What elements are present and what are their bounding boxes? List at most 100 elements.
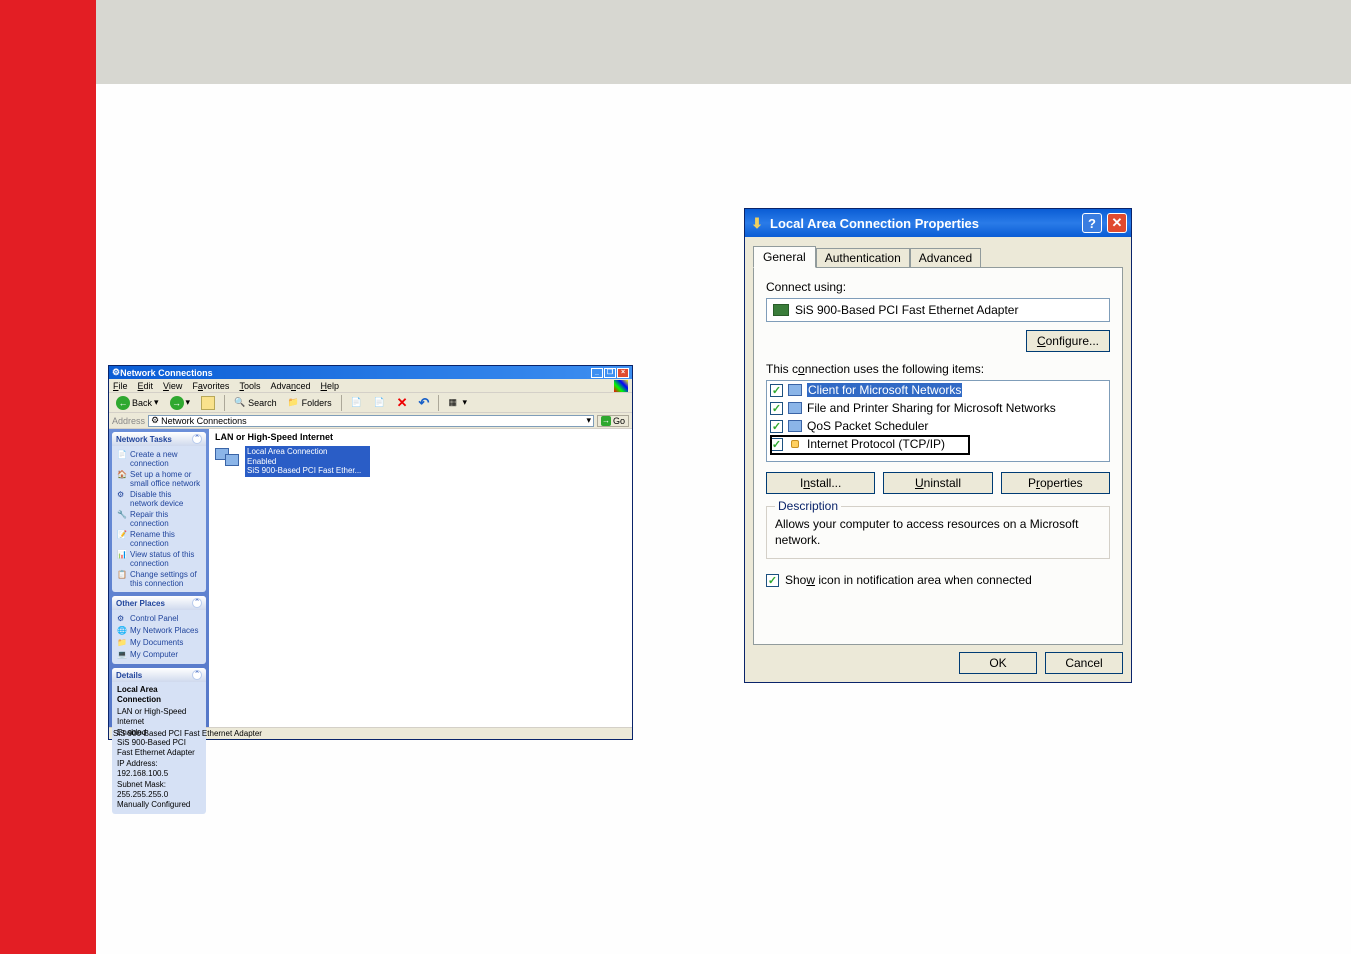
tab-authentication[interactable]: Authentication — [816, 248, 910, 268]
task-create-connection[interactable]: 📄Create a new connection — [117, 449, 201, 469]
dlg-titlebar[interactable]: ⬇ Local Area Connection Properties ? ✕ — [745, 209, 1131, 237]
checkbox[interactable]: ✓ — [770, 420, 783, 433]
other-places-panel: Other Places⌃ ⚙Control Panel 🌐My Network… — [112, 596, 206, 664]
copyto-button[interactable]: 📄 — [370, 395, 390, 411]
tab-general[interactable]: General — [753, 246, 816, 268]
menu-favorites[interactable]: Favorites — [192, 381, 229, 391]
items-list[interactable]: ✓ Client for Microsoft Networks ✓ File a… — [766, 380, 1110, 462]
moveto-icon: 📄 — [351, 397, 363, 409]
maximize-button[interactable]: ❐ — [604, 368, 616, 378]
undo-icon: ↶ — [419, 395, 430, 411]
task-status[interactable]: 📊View status of this connection — [117, 549, 201, 569]
items-label: This connection uses the following items… — [766, 362, 1110, 376]
address-dropdown-icon[interactable]: ▾ — [586, 415, 591, 426]
item-file-printer-sharing[interactable]: ✓ File and Printer Sharing for Microsoft… — [767, 399, 1109, 417]
show-icon-checkbox-row[interactable]: ✓ Show icon in notification area when co… — [766, 573, 1110, 587]
tab-advanced[interactable]: Advanced — [910, 248, 981, 268]
dlg-general-page: Connect using: SiS 900-Based PCI Fast Et… — [753, 267, 1123, 645]
nc-app-icon: ⚙ — [112, 367, 120, 378]
menu-edit[interactable]: Edit — [138, 381, 154, 391]
item-qos[interactable]: ✓ QoS Packet Scheduler — [767, 417, 1109, 435]
documents-icon: 📁 — [117, 638, 127, 648]
collapse-icon: ⌃ — [192, 670, 202, 680]
search-button[interactable]: 🔍Search — [230, 395, 281, 411]
description-group: Description Allows your computer to acce… — [766, 506, 1110, 559]
other-places-header[interactable]: Other Places⌃ — [112, 596, 206, 610]
menu-view[interactable]: View — [163, 381, 182, 391]
nc-content-area: LAN or High-Speed Internet Local Area Co… — [209, 429, 632, 727]
undo-button[interactable]: ↶ — [415, 393, 434, 413]
help-button[interactable]: ? — [1082, 213, 1102, 233]
service-icon — [787, 419, 803, 433]
link-control-panel[interactable]: ⚙Control Panel — [117, 613, 201, 625]
dlg-footer: OK Cancel — [959, 652, 1123, 674]
cancel-button[interactable]: Cancel — [1045, 652, 1123, 674]
connect-using-label: Connect using: — [766, 280, 1110, 294]
menu-advanced[interactable]: Advanced — [270, 381, 310, 391]
checkbox[interactable]: ✓ — [770, 438, 783, 451]
minimize-button[interactable]: _ — [591, 368, 603, 378]
nc-statusbar: SiS 900-Based PCI Fast Ethernet Adapter — [109, 727, 632, 739]
control-panel-icon: ⚙ — [117, 614, 127, 624]
task-rename[interactable]: 📝Rename this connection — [117, 529, 201, 549]
details-content: Local Area Connection LAN or High-Speed … — [117, 685, 201, 811]
task-settings[interactable]: 📋Change settings of this connection — [117, 569, 201, 589]
item-tcpip[interactable]: ✓ Internet Protocol (TCP/IP) — [767, 435, 1109, 453]
menu-help[interactable]: Help — [321, 381, 340, 391]
rename-icon: 📝 — [117, 530, 127, 540]
back-button[interactable]: ←Back ▾ — [112, 394, 163, 412]
views-icon: ▦ — [448, 397, 460, 409]
folders-icon: 📁 — [288, 397, 300, 409]
close-button[interactable]: × — [617, 368, 629, 378]
nc-toolbar: ←Back ▾ → ▾ 🔍Search 📁Folders 📄 📄 ✕ ↶ ▦▾ — [109, 393, 632, 413]
menu-tools[interactable]: Tools — [239, 381, 260, 391]
uninstall-button[interactable]: Uninstall — [883, 472, 992, 494]
ok-button[interactable]: OK — [959, 652, 1037, 674]
link-my-computer[interactable]: 💻My Computer — [117, 649, 201, 661]
dlg-title-text: Local Area Connection Properties — [770, 216, 979, 231]
nc-titlebar[interactable]: ⚙ Network Connections _ ❐ × — [109, 366, 632, 379]
task-disable-device[interactable]: ⚙Disable this network device — [117, 489, 201, 509]
properties-dialog: ⬇ Local Area Connection Properties ? ✕ G… — [744, 208, 1132, 683]
network-tasks-header[interactable]: Network Tasks⌃ — [112, 432, 206, 446]
item-client-networks[interactable]: ✓ Client for Microsoft Networks — [767, 381, 1109, 399]
checkbox[interactable]: ✓ — [770, 402, 783, 415]
link-network-places[interactable]: 🌐My Network Places — [117, 625, 201, 637]
description-text: Allows your computer to access resources… — [775, 517, 1101, 548]
connection-label: Local Area Connection Enabled SiS 900-Ba… — [245, 446, 370, 477]
checkbox[interactable]: ✓ — [766, 574, 779, 587]
up-button[interactable] — [197, 394, 219, 412]
configure-button[interactable]: Configure... — [1026, 330, 1110, 352]
home-icon: 🏠 — [117, 470, 127, 480]
address-label: Address — [112, 416, 145, 426]
folders-button[interactable]: 📁Folders — [284, 395, 336, 411]
copyto-icon: 📄 — [374, 397, 386, 409]
protocol-icon — [787, 437, 803, 451]
details-header[interactable]: Details⌃ — [112, 668, 206, 682]
delete-button[interactable]: ✕ — [393, 393, 412, 413]
moveto-button[interactable]: 📄 — [347, 395, 367, 411]
show-icon-label: Show icon in notification area when conn… — [785, 573, 1032, 587]
network-places-icon: 🌐 — [117, 626, 127, 636]
search-icon: 🔍 — [234, 397, 246, 409]
network-connections-window: ⚙ Network Connections _ ❐ × File Edit Vi… — [108, 365, 633, 740]
task-repair[interactable]: 🔧Repair this connection — [117, 509, 201, 529]
go-button[interactable]: →Go — [597, 415, 629, 427]
connection-item[interactable]: Local Area Connection Enabled SiS 900-Ba… — [215, 446, 370, 477]
checkbox[interactable]: ✓ — [770, 384, 783, 397]
address-field[interactable]: ⚙ Network Connections ▾ — [148, 415, 594, 427]
adapter-field: SiS 900-Based PCI Fast Ethernet Adapter — [766, 298, 1110, 322]
install-button[interactable]: Install... — [766, 472, 875, 494]
network-tasks-panel: Network Tasks⌃ 📄Create a new connection … — [112, 432, 206, 592]
link-my-documents[interactable]: 📁My Documents — [117, 637, 201, 649]
client-icon — [787, 383, 803, 397]
menu-file[interactable]: File — [113, 381, 128, 391]
forward-button[interactable]: → ▾ — [166, 394, 195, 412]
properties-button[interactable]: Properties — [1001, 472, 1110, 494]
disable-icon: ⚙ — [117, 490, 127, 500]
wizard-icon: 📄 — [117, 450, 127, 460]
close-button[interactable]: ✕ — [1107, 213, 1127, 233]
views-button[interactable]: ▦▾ — [444, 395, 471, 411]
task-setup-network[interactable]: 🏠Set up a home or small office network — [117, 469, 201, 489]
address-icon: ⚙ — [151, 415, 159, 426]
